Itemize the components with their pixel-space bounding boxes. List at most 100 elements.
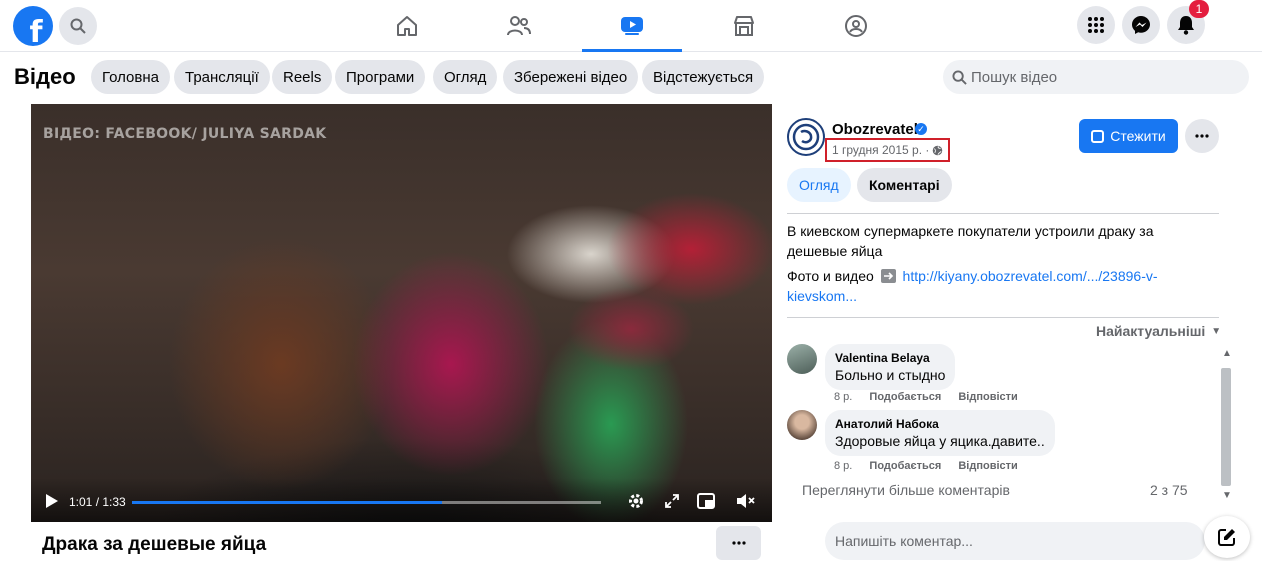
watch-subnav: Відео Головна Трансляції Reels Програми … [0, 52, 1262, 104]
chip-home[interactable]: Головна [91, 60, 170, 94]
menu-button[interactable] [1077, 6, 1115, 44]
globe-icon [933, 145, 943, 155]
video-more-button[interactable] [716, 526, 761, 560]
nav-tab-friends[interactable] [469, 0, 569, 52]
video-watermark: ВІДЕО: FACEBOOK/ JULIYA SARDAK [43, 126, 327, 142]
gear-icon [629, 494, 643, 508]
compose-icon [1218, 529, 1235, 546]
progress-fill [132, 501, 442, 504]
post-date[interactable]: 1 грудня 2015 р. · [825, 138, 951, 162]
groups-icon [845, 15, 867, 37]
comment-author[interactable]: Анатолий Набока [835, 416, 1045, 432]
play-button[interactable] [41, 490, 63, 512]
picture-in-picture-icon [697, 493, 715, 509]
fullscreen-button[interactable] [661, 490, 683, 512]
follow-label: Стежити [1110, 128, 1166, 144]
comment-meta: 8 р. Подобається Відповісти [834, 391, 1032, 403]
video-player[interactable]: ВІДЕО: FACEBOOK/ JULIYA SARDAK 1:01 / 1:… [31, 104, 772, 522]
like-link[interactable]: Подобається [869, 460, 941, 472]
page-name[interactable]: Obozrevatel [832, 121, 918, 138]
video-title: Драка за дешевые яйца [42, 534, 267, 555]
search-icon [70, 18, 86, 34]
post-side-panel: Obozrevatel ✓ 1 грудня 2015 р. · Стежити… [787, 104, 1221, 561]
volume-muted-icon [737, 494, 755, 508]
video-search[interactable] [943, 60, 1249, 94]
nav-tab-home[interactable] [357, 0, 457, 52]
reply-link[interactable]: Відповісти [958, 391, 1017, 403]
divider [787, 317, 1219, 318]
video-time: 1:01 / 1:33 [69, 495, 126, 509]
caret-down-icon: ▼ [1211, 325, 1222, 337]
comment-bubble: Анатолий Набока Здоровые яйца у яцика.да… [825, 410, 1055, 456]
bell-icon [1178, 16, 1194, 35]
home-icon [397, 16, 417, 36]
top-navigation-bar: f 1 [0, 0, 1262, 52]
post-link-line: Фото и видео http://kiyany.obozrevatel.c… [787, 266, 1207, 306]
search-button[interactable] [59, 7, 97, 45]
comment-text: Здоровые яйца у яцика.давите.. [835, 433, 1045, 449]
comment-time[interactable]: 8 р. [834, 460, 852, 472]
comments-scrollbar[interactable]: ▲ ▼ [1218, 346, 1234, 506]
friends-icon [507, 16, 531, 36]
verified-badge-icon: ✓ [915, 123, 927, 135]
comment-bubble: Valentina Belaya Больно и стыдно [825, 344, 956, 390]
scroll-up-icon[interactable]: ▲ [1222, 348, 1232, 359]
post-more-button[interactable] [1185, 119, 1219, 153]
messenger-icon [1132, 16, 1150, 34]
marketplace-icon [734, 16, 754, 36]
nav-tab-groups[interactable] [806, 0, 906, 52]
expand-icon [665, 494, 679, 508]
follow-icon [1091, 129, 1105, 143]
notification-badge: 1 [1189, 0, 1209, 18]
obozrevatel-logo-icon [792, 123, 820, 151]
post-date-text: 1 грудня 2015 р. · [832, 143, 930, 157]
messenger-button[interactable] [1122, 6, 1160, 44]
scroll-down-icon[interactable]: ▼ [1222, 490, 1232, 501]
tab-comments[interactable]: Коментарі [857, 168, 952, 202]
more-dots-icon [731, 541, 746, 545]
nav-tab-marketplace[interactable] [694, 0, 794, 52]
view-more-comments-link[interactable]: Переглянути більше коментарів [802, 482, 1010, 498]
divider [787, 213, 1219, 214]
video-controls: 1:01 / 1:33 [31, 478, 772, 522]
scroll-thumb[interactable] [1221, 368, 1231, 486]
comment-sort-dropdown[interactable]: Найактуальніші ▼ [1096, 323, 1221, 339]
comment-author[interactable]: Valentina Belaya [835, 350, 945, 366]
right-arrow-emoji-icon [880, 269, 896, 283]
watch-icon [621, 16, 643, 35]
tab-overview[interactable]: Огляд [787, 168, 851, 202]
page-avatar[interactable] [787, 118, 825, 156]
reply-link[interactable]: Відповісти [958, 460, 1017, 472]
chip-reels[interactable]: Reels [272, 60, 333, 94]
follow-button[interactable]: Стежити [1079, 119, 1178, 153]
facebook-logo[interactable]: f [13, 6, 53, 46]
chip-shows[interactable]: Програми [335, 60, 426, 94]
search-icon [952, 69, 967, 85]
avatar[interactable] [787, 344, 817, 374]
chip-following[interactable]: Відстежується [642, 60, 765, 94]
more-dots-icon [1195, 134, 1209, 138]
comment-text: Больно и стыдно [835, 367, 946, 383]
chip-live[interactable]: Трансляції [174, 60, 270, 94]
link-prefix: Фото и видео [787, 268, 874, 284]
page-title: Відео [14, 64, 76, 89]
avatar[interactable] [787, 410, 817, 440]
like-link[interactable]: Подобається [869, 391, 941, 403]
new-message-button[interactable] [1204, 516, 1250, 558]
comment-input[interactable] [825, 522, 1205, 560]
sort-label: Найактуальніші [1096, 323, 1206, 339]
play-icon [46, 494, 58, 508]
menu-grid-icon [1088, 17, 1104, 33]
comment-meta: 8 р. Подобається Відповісти [834, 460, 1032, 472]
comment-time[interactable]: 8 р. [834, 391, 852, 403]
post-description: В киевском супермаркете покупатели устро… [787, 223, 1154, 259]
volume-button[interactable] [735, 490, 757, 512]
nav-tab-watch[interactable] [582, 0, 682, 52]
video-search-input[interactable] [971, 68, 1241, 86]
comment-count: 2 з 75 [1150, 482, 1188, 498]
chip-explore[interactable]: Огляд [433, 60, 498, 94]
progress-bar[interactable] [132, 501, 601, 504]
chip-saved-videos[interactable]: Збережені відео [503, 60, 639, 94]
pip-button[interactable] [695, 490, 717, 512]
settings-button[interactable] [625, 490, 647, 512]
